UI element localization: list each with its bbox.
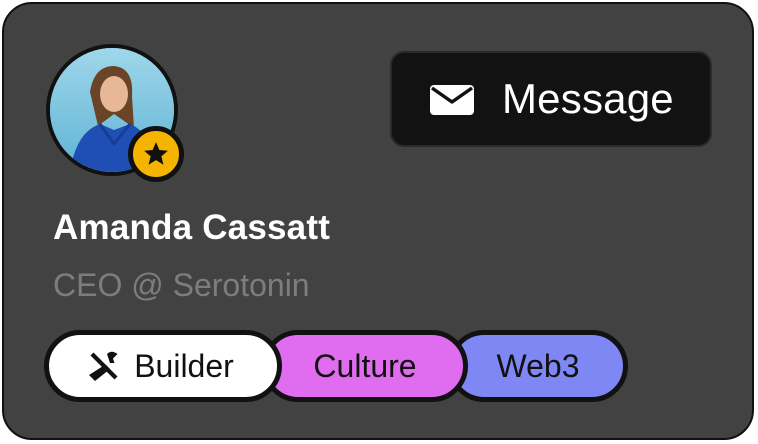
message-button-label: Message bbox=[502, 75, 674, 122]
message-button[interactable]: Message bbox=[390, 51, 712, 147]
tag-label: Culture bbox=[313, 347, 417, 384]
profile-title: CEO @ Serotonin bbox=[53, 267, 310, 303]
profile-name: Amanda Cassatt bbox=[53, 208, 331, 247]
mail-icon bbox=[430, 85, 474, 115]
tag-builder[interactable]: Builder bbox=[44, 330, 282, 402]
tools-icon bbox=[89, 351, 118, 381]
tag-culture[interactable]: Culture bbox=[262, 330, 468, 402]
tag-web3[interactable]: Web3 bbox=[448, 330, 628, 402]
star-icon bbox=[144, 142, 168, 165]
tag-label: Web3 bbox=[496, 347, 580, 384]
avatar-container bbox=[46, 44, 184, 182]
tag-label: Builder bbox=[134, 347, 234, 384]
star-badge bbox=[128, 126, 184, 182]
